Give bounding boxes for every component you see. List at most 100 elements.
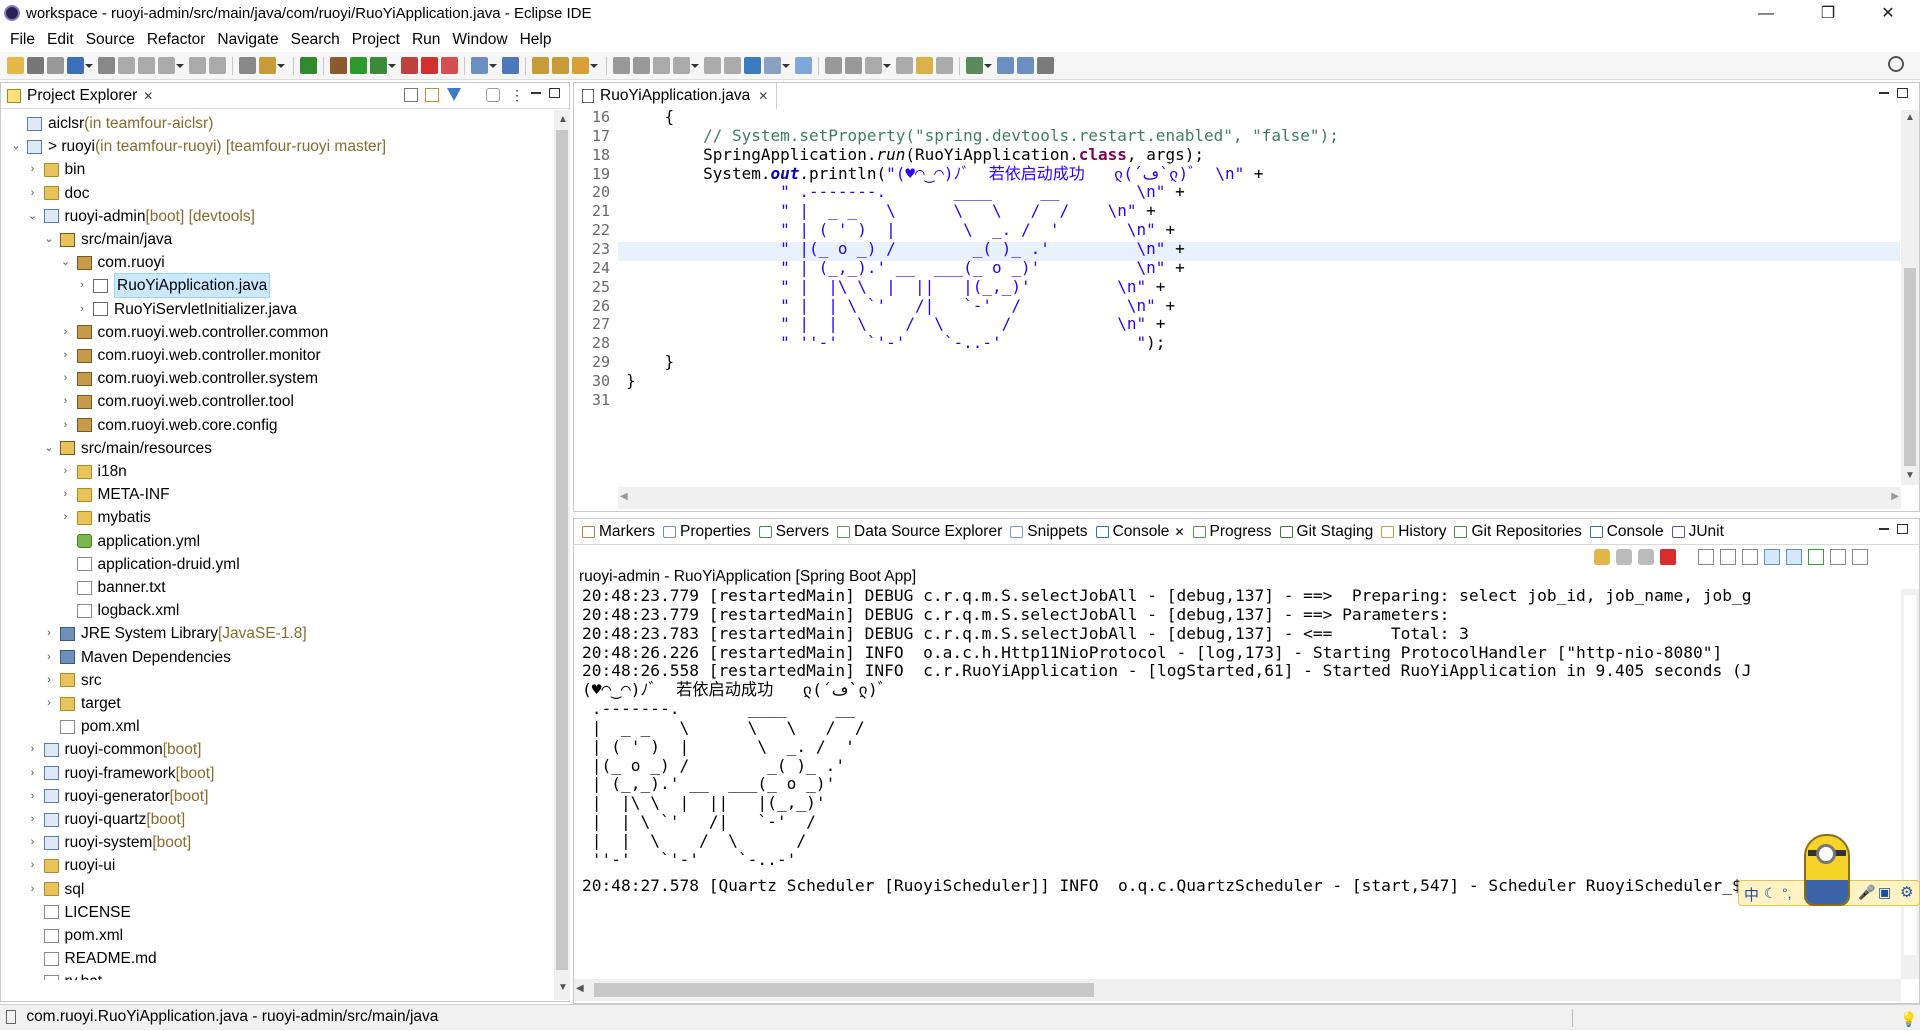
collapsed-chevron-icon[interactable]: › [26, 158, 40, 181]
console-scroll-left-icon[interactable]: ◀ [576, 983, 584, 994]
collapsed-chevron-icon[interactable]: › [59, 321, 73, 344]
display-selected-console-icon[interactable] [1830, 549, 1846, 565]
collapsed-chevron-icon[interactable]: › [26, 738, 40, 761]
menu-run[interactable]: Run [406, 28, 446, 52]
tree-item[interactable]: › com.ruoyi.web.core.config [59, 414, 278, 437]
toolbar-button-icon[interactable] [259, 57, 276, 74]
collapsed-chevron-icon[interactable]: › [42, 669, 56, 692]
menu-help[interactable]: Help [514, 28, 558, 52]
pin-console-icon[interactable] [1594, 549, 1610, 565]
collapsed-chevron-icon[interactable]: › [59, 483, 73, 506]
maximize-editor-icon[interactable] [1897, 88, 1908, 98]
bottom-tab-markers[interactable]: Markers [582, 523, 655, 541]
open-console-icon[interactable] [1808, 549, 1824, 565]
collapsed-chevron-icon[interactable]: › [26, 878, 40, 901]
toolbar-button-icon[interactable] [653, 57, 670, 74]
scroll-lock-icon[interactable] [1720, 549, 1736, 565]
minimize-console-icon[interactable] [1879, 528, 1889, 530]
tree-item[interactable]: pom.xml [42, 715, 140, 738]
toolbar-button-icon[interactable] [401, 57, 418, 74]
filter-icon[interactable] [447, 88, 461, 101]
toolbar-dropdown-icon[interactable] [176, 63, 184, 68]
editor-scroll-left-icon[interactable]: ◀ [620, 491, 628, 502]
menu-navigate[interactable]: Navigate [211, 28, 284, 52]
tree-item[interactable]: › ruoyi-generator [boot] [26, 785, 209, 808]
collapsed-chevron-icon[interactable]: › [59, 414, 73, 437]
tree-item[interactable]: › META-INF [59, 483, 170, 506]
toolbar-button-icon[interactable] [532, 57, 549, 74]
expanded-chevron-icon[interactable]: ⌄ [59, 251, 73, 274]
tree-item[interactable]: › ruoyi-ui [26, 854, 116, 877]
tree-item[interactable]: ⌄ ruoyi-admin [boot] [devtools] [26, 205, 255, 228]
close-tab-icon[interactable]: ✕ [143, 89, 153, 103]
collapsed-chevron-icon[interactable]: › [59, 506, 73, 529]
tree-item[interactable]: › com.ruoyi.web.controller.tool [59, 390, 294, 413]
toolbar-button-icon[interactable] [98, 57, 115, 74]
menu-refactor[interactable]: Refactor [141, 28, 212, 52]
collapsed-chevron-icon[interactable]: › [26, 831, 40, 854]
moon-icon[interactable]: ☾ [1764, 885, 1777, 902]
link-with-editor-icon[interactable] [425, 88, 439, 102]
tree-item[interactable]: ⌄ src/main/java [42, 228, 172, 251]
toolbar-button-icon[interactable] [845, 57, 862, 74]
tree-item[interactable]: ry.bat [26, 970, 102, 980]
clear-console-icon[interactable] [1698, 549, 1714, 565]
tree-item[interactable]: › ruoyi-quartz [boot] [26, 808, 185, 831]
collapsed-chevron-icon[interactable]: › [26, 182, 40, 205]
toolbar-button-icon[interactable] [704, 57, 721, 74]
toolbar-button-icon[interactable] [764, 57, 781, 74]
toolbar-button-icon[interactable] [350, 57, 367, 74]
tree-item[interactable]: › target [42, 692, 120, 715]
bottom-tab-history[interactable]: History [1381, 523, 1446, 541]
menu-source[interactable]: Source [80, 28, 141, 52]
tree-item[interactable]: logback.xml [59, 599, 179, 622]
close-editor-icon[interactable]: ✕ [758, 89, 768, 103]
toolbar-dropdown-icon[interactable] [883, 63, 891, 68]
tree-item[interactable]: › sql [26, 878, 85, 901]
punctuation-icon[interactable]: °, [1782, 885, 1792, 901]
minimize-editor-icon[interactable] [1879, 92, 1889, 94]
bottom-tab-console[interactable]: Console [1589, 523, 1664, 541]
console-vscrollbar[interactable] [1901, 589, 1919, 979]
expanded-chevron-icon[interactable]: ⌄ [9, 135, 23, 158]
lightbulb-icon[interactable]: 💡 [1900, 1007, 1917, 1031]
restore-button[interactable]: ❐ [1808, 3, 1848, 25]
tree-item[interactable]: LICENSE [26, 901, 131, 924]
toolbar-button-icon[interactable] [572, 57, 589, 74]
toolbar-button-icon[interactable] [330, 57, 347, 74]
view-menu-icon[interactable] [486, 88, 500, 102]
maximize-console-icon[interactable] [1897, 524, 1908, 534]
project-explorer-tab[interactable]: Project Explorer ✕ [1, 83, 569, 109]
console-hscrollbar[interactable]: ◀ [574, 979, 1901, 1001]
collapsed-chevron-icon[interactable]: › [26, 762, 40, 785]
explorer-scrollbar[interactable]: ▲ ▼ [554, 110, 570, 1000]
tree-item[interactable]: ⌄ com.ruoyi [59, 251, 165, 274]
toolbar-button-icon[interactable] [916, 57, 933, 74]
tree-item[interactable]: › RuoYiServletInitializer.java [75, 298, 297, 321]
tree-item[interactable]: › ruoyi-framework [boot] [26, 762, 215, 785]
bottom-tab-progress[interactable]: Progress [1192, 523, 1272, 541]
editor-scroll-up-icon[interactable]: ▲ [1905, 112, 1915, 123]
scroll-down-icon[interactable]: ▼ [558, 982, 568, 993]
collapsed-chevron-icon[interactable]: › [75, 298, 89, 321]
toolbar-button-icon[interactable] [865, 57, 882, 74]
expanded-chevron-icon[interactable]: ⌄ [42, 228, 56, 251]
toolbar-button-icon[interactable] [300, 57, 317, 74]
ime-mode-label[interactable]: 中 [1744, 884, 1759, 905]
new-console-icon[interactable] [1852, 549, 1868, 565]
collapsed-chevron-icon[interactable]: › [75, 274, 89, 297]
toolbar-button-icon[interactable] [370, 57, 387, 74]
show-on-stderr-icon[interactable] [1786, 549, 1802, 565]
toolbar-button-icon[interactable] [27, 57, 44, 74]
expanded-chevron-icon[interactable]: ⌄ [26, 205, 40, 228]
editor-scroll-right-icon[interactable]: ▶ [1891, 491, 1899, 502]
bottom-tab-junit[interactable]: JUnit [1671, 523, 1724, 541]
editor-hscrollbar[interactable]: ◀ ▶ [618, 487, 1901, 509]
toolbar-button-icon[interactable] [209, 57, 226, 74]
collapsed-chevron-icon[interactable]: › [59, 460, 73, 483]
toolbox-icon[interactable]: ▣ [1878, 884, 1891, 901]
tree-item[interactable]: banner.txt [59, 576, 166, 599]
bottom-tab-console[interactable]: Console ✕ [1095, 523, 1185, 541]
editor-scroll-thumb[interactable] [1904, 268, 1916, 466]
search-icon[interactable] [1888, 56, 1904, 72]
